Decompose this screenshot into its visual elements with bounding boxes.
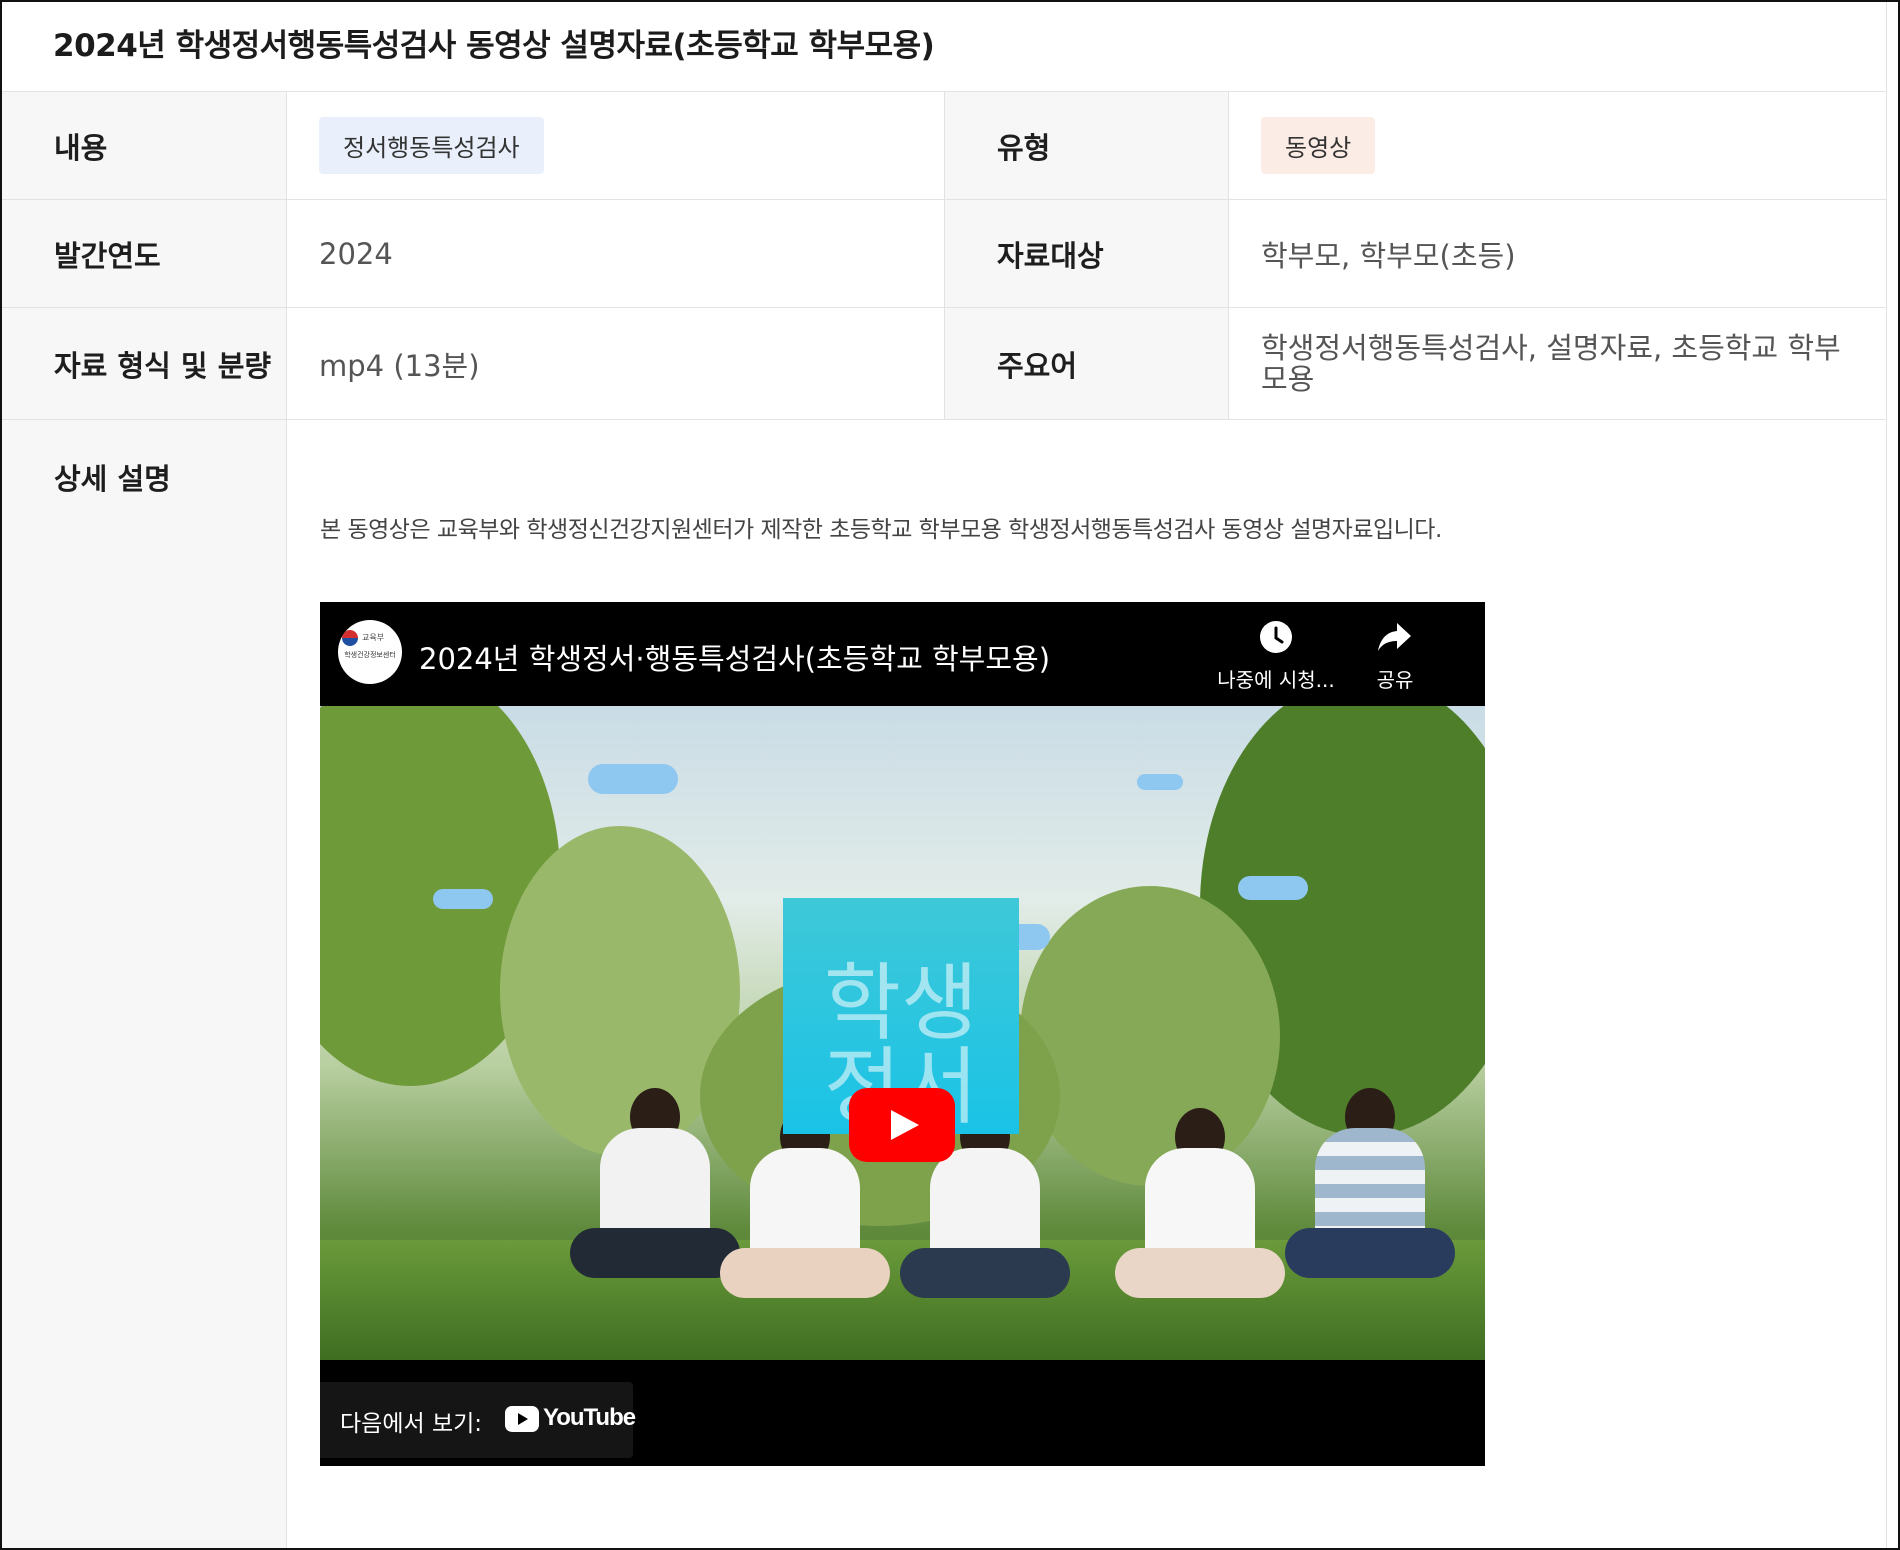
cloud	[588, 764, 678, 794]
taegeuk-icon	[342, 630, 358, 646]
type-label: 유형	[945, 92, 1229, 199]
channel-avatar[interactable]: 교육부 학생건강정보센터	[338, 620, 402, 684]
cloud	[433, 889, 493, 909]
content-value-cell: 정서행동특성검사	[287, 92, 945, 199]
info-row-content: 내용 정서행동특성검사 유형 동영상	[2, 92, 1887, 200]
student-figure	[1270, 1078, 1470, 1348]
youtube-play-icon	[505, 1406, 539, 1432]
detail-description: 본 동영상은 교육부와 학생정신건강지원센터가 제작한 초등학교 학부모용 학생…	[320, 517, 1442, 543]
video-bottom-bar: 다음에서 보기: YouTube	[320, 1360, 1485, 1466]
content-label: 내용	[2, 92, 287, 199]
watch-later-button[interactable]: 나중에 시청...	[1206, 620, 1346, 693]
page-frame: 2024년 학생정서행동특성검사 동영상 설명자료(초등학교 학부모용) 내용 …	[0, 0, 1900, 1550]
student-figure	[1110, 1098, 1290, 1348]
video-thumbnail[interactable]: 학생 정서	[320, 706, 1485, 1360]
watch-on-label: 다음에서 보기:	[340, 1411, 483, 1437]
watch-on-youtube-button[interactable]: 다음에서 보기: YouTube	[320, 1382, 636, 1458]
page-title: 2024년 학생정서행동특성검사 동영상 설명자료(초등학교 학부모용)	[53, 28, 935, 64]
target-value: 학부모, 학부모(초등)	[1261, 238, 1516, 273]
title-bar: 2024년 학생정서행동특성검사 동영상 설명자료(초등학교 학부모용)	[2, 2, 1887, 92]
youtube-wordmark: YouTube	[543, 1404, 636, 1431]
keywords-label: 주요어	[945, 308, 1229, 419]
share-icon	[1378, 623, 1411, 651]
year-label: 발간연도	[2, 200, 287, 307]
content-tag[interactable]: 정서행동특성검사	[319, 117, 544, 174]
year-value: 2024	[287, 200, 945, 307]
format-value: mp4 (13분)	[287, 308, 945, 419]
channel-logo-text-top: 교육부	[362, 633, 385, 642]
play-icon[interactable]	[849, 1088, 955, 1162]
cloud	[1238, 876, 1308, 900]
info-row-format: 자료 형식 및 분량 mp4 (13분) 주요어 학생정서행동특성검사, 설명자…	[2, 308, 1887, 420]
detail-label-cell: 상세 설명	[2, 420, 287, 1548]
type-value-cell: 동영상	[1229, 92, 1887, 199]
channel-logo-text-bottom: 학생건강정보센터	[344, 651, 396, 659]
cloud	[1137, 774, 1183, 790]
share-button[interactable]: 공유	[1345, 620, 1445, 693]
keywords-value: 학생정서행동특성검사, 설명자료, 초등학교 학부모용	[1261, 330, 1841, 396]
clock-icon	[1260, 621, 1292, 653]
target-label: 자료대상	[945, 200, 1229, 307]
watch-later-label: 나중에 시청...	[1217, 668, 1335, 692]
detail-label: 상세 설명	[54, 462, 171, 496]
youtube-embed[interactable]: 교육부 학생건강정보센터 2024년 학생정서·행동특성검사(초등학교 학부모용…	[320, 602, 1485, 1466]
share-label: 공유	[1376, 668, 1414, 692]
type-tag[interactable]: 동영상	[1261, 117, 1376, 174]
format-label: 자료 형식 및 분량	[2, 308, 287, 419]
info-row-year: 발간연도 2024 자료대상 학부모, 학부모(초등)	[2, 200, 1887, 308]
video-title[interactable]: 2024년 학생정서·행동특성검사(초등학교 학부모용)	[419, 636, 1050, 678]
video-top-bar: 교육부 학생건강정보센터 2024년 학생정서·행동특성검사(초등학교 학부모용…	[320, 602, 1485, 706]
